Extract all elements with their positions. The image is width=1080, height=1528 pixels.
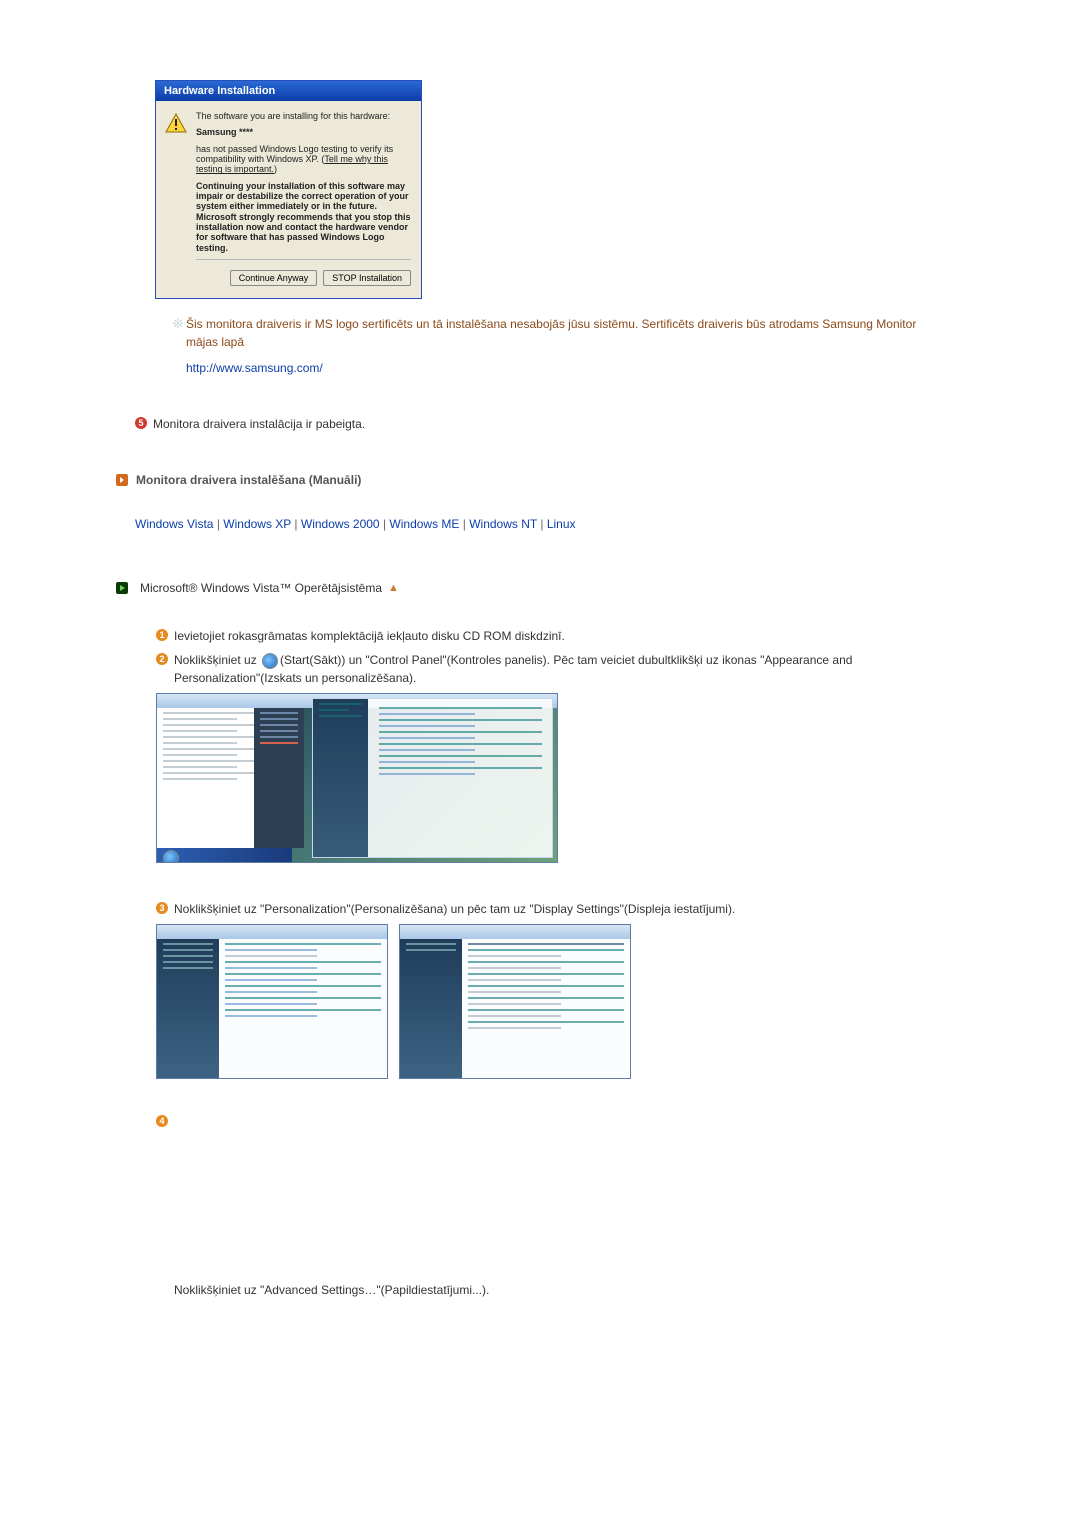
stop-installation-button[interactable]: STOP Installation (323, 270, 411, 286)
dialog-title: Hardware Installation (156, 81, 421, 101)
green-arrow-icon (116, 582, 128, 594)
start-orb-icon (262, 653, 278, 669)
samsung-url-link[interactable]: http://www.samsung.com/ (186, 361, 323, 375)
vista-step-1-badge: 1 (156, 629, 168, 641)
sep: | (537, 517, 547, 531)
sep: | (459, 517, 469, 531)
link-windows-2000[interactable]: Windows 2000 (301, 517, 380, 531)
screenshot-start-control-panel (156, 693, 558, 863)
warning-icon (164, 113, 188, 288)
link-windows-xp[interactable]: Windows XP (223, 517, 291, 531)
step-5-text: Monitora draivera instalācija ir pabeigt… (153, 415, 365, 433)
link-linux[interactable]: Linux (547, 517, 576, 531)
sep: | (213, 517, 223, 531)
vista-step-3-badge: 3 (156, 902, 168, 914)
sep: | (291, 517, 301, 531)
link-windows-me[interactable]: Windows ME (389, 517, 459, 531)
dialog-warning-text: Continuing your installation of this sof… (196, 181, 411, 253)
section-arrow-icon (116, 474, 128, 486)
hardware-installation-dialog: Hardware Installation The software you a… (155, 80, 422, 299)
vista-step-1-text: Ievietojiet rokasgrāmatas komplektācijā … (174, 627, 565, 645)
os-links-row: Windows Vista | Windows XP | Windows 200… (135, 517, 940, 531)
vista-step-4-spacer (174, 1113, 177, 1131)
dialog-divider (196, 259, 411, 260)
dialog-line2: has not passed Windows Logo testing to v… (196, 144, 411, 175)
dialog-line1: The software you are installing for this… (196, 111, 411, 121)
sep: | (380, 517, 390, 531)
section-manual-install: Monitora draivera instalēšana (Manuāli) (136, 473, 361, 487)
screenshot-personalization (399, 924, 631, 1079)
up-triangle-icon: ▲ (388, 582, 399, 594)
continue-anyway-button[interactable]: Continue Anyway (230, 270, 318, 286)
dialog-device: Samsung **** (196, 127, 411, 137)
step-5-badge: 5 (135, 417, 147, 429)
link-windows-nt[interactable]: Windows NT (469, 517, 537, 531)
vista-step-4-badge: 4 (156, 1115, 168, 1127)
os-vista-heading: Microsoft® Windows Vista™ Operētājsistēm… (140, 579, 382, 597)
vista-step-4-text: Noklikšķiniet uz "Advanced Settings…"(Pa… (174, 1283, 489, 1297)
vista-step-3-text: Noklikšķiniet uz "Personalization"(Perso… (174, 900, 735, 918)
vista-step-2-text: Noklikšķiniet uz (Start(Sākt)) un "Contr… (174, 651, 940, 687)
screenshot-appearance-personalization (156, 924, 388, 1079)
snowflake-icon: ❊ (170, 316, 186, 332)
vista-step-2a: Noklikšķiniet uz (174, 653, 260, 667)
start-orb-icon-taskbar (163, 850, 179, 863)
vista-step-2-badge: 2 (156, 653, 168, 665)
link-windows-vista[interactable]: Windows Vista (135, 517, 213, 531)
driver-certified-note: Šis monitora draiveris ir MS logo sertif… (186, 315, 940, 351)
dialog-paren-close: ) (274, 164, 277, 174)
